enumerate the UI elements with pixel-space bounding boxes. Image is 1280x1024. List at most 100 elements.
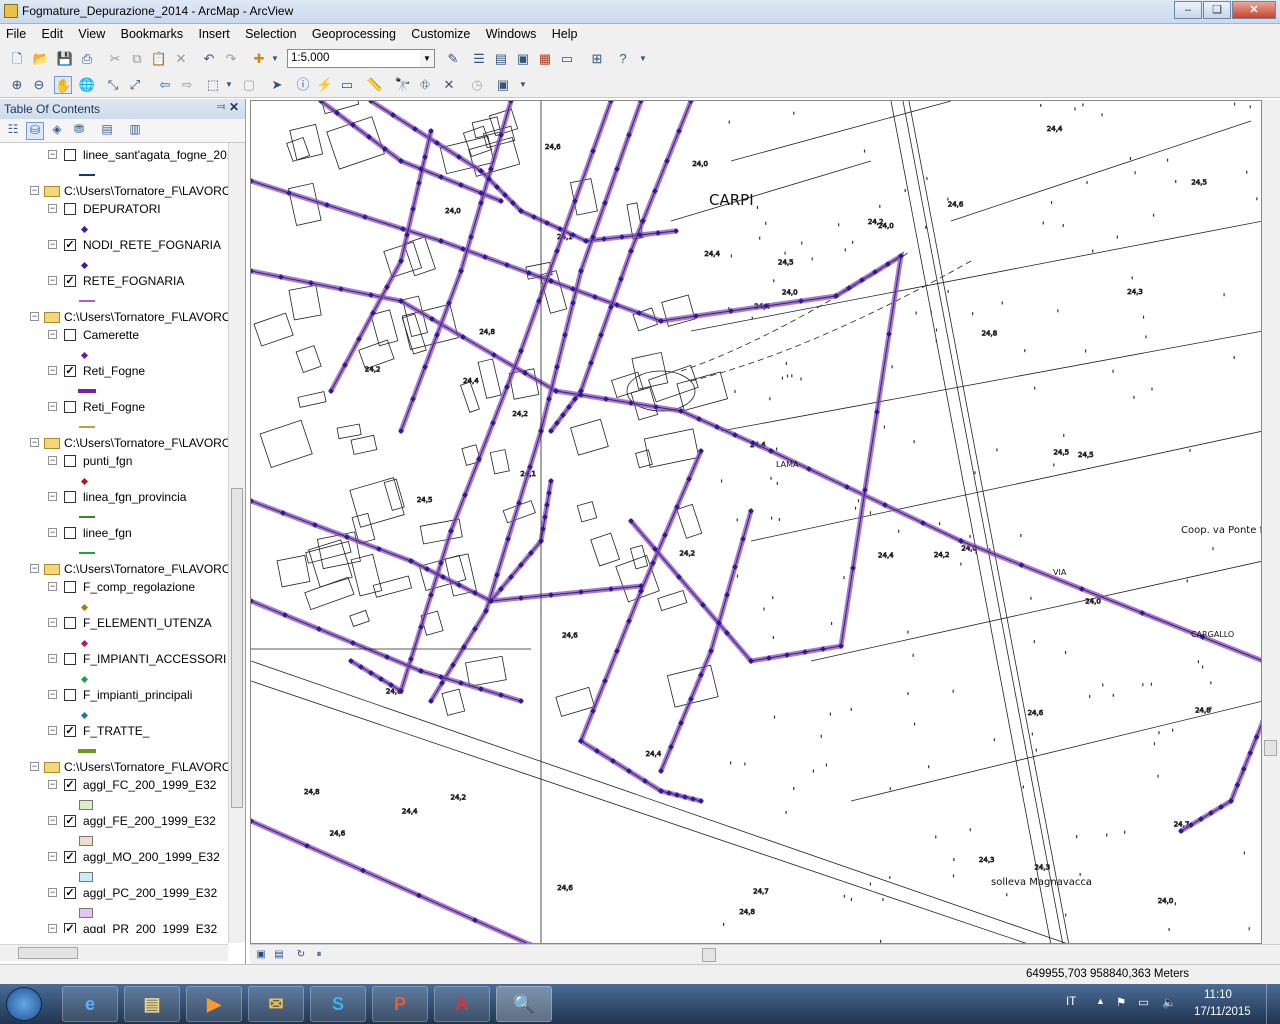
minimize-button[interactable]: – <box>1174 1 1202 19</box>
copy-icon[interactable]: ⧉ <box>128 50 146 68</box>
map-vertical-scrollbar[interactable] <box>1262 100 1280 944</box>
toc-layer-label[interactable]: Reti_Fogne <box>83 400 145 414</box>
collapse-icon[interactable]: − <box>48 402 57 411</box>
collapse-icon[interactable]: − <box>48 690 57 699</box>
collapse-icon[interactable]: − <box>48 618 57 627</box>
list-by-source-icon[interactable]: ⛁ <box>26 122 44 140</box>
undo-icon[interactable]: ↶ <box>200 50 218 68</box>
list-by-drawing-order-icon[interactable]: ☷ <box>4 122 22 140</box>
full-extent-icon[interactable]: 🌐 <box>78 76 96 94</box>
toc-layer-label[interactable]: F_IMPIANTI_ACCESSORI <box>83 652 226 666</box>
media-player-icon[interactable]: ▶ <box>186 986 242 1022</box>
layer-visibility-checkbox[interactable] <box>64 653 76 665</box>
toc-settings-icon[interactable]: ▥ <box>126 122 144 140</box>
toc-layer-label[interactable]: linee_sant'agata_fogne_201 <box>83 148 228 162</box>
zoom-in-icon[interactable]: ⊕ <box>8 76 26 94</box>
layout-view-icon[interactable]: ▤ <box>272 948 286 962</box>
toc-layer-row[interactable]: − F_IMPIANTI_ACCESSORI <box>0 651 228 669</box>
refresh-icon[interactable]: ↻ <box>294 948 308 962</box>
menu-selection[interactable]: Selection <box>239 24 302 41</box>
chevron-down-icon[interactable]: ▼ <box>420 50 434 67</box>
layer-visibility-checkbox[interactable] <box>64 203 76 215</box>
layer-visibility-checkbox[interactable]: ✓ <box>64 275 76 287</box>
toc-options-icon[interactable]: ▤ <box>98 122 116 140</box>
toc-layer-row[interactable]: − ✓ Reti_Fogne <box>0 363 228 381</box>
skype-icon[interactable]: S <box>310 986 366 1022</box>
layer-visibility-checkbox[interactable] <box>64 527 76 539</box>
toc-layer-row[interactable]: − ✓ F_TRATTE_ <box>0 723 228 741</box>
network-icon[interactable]: ▭ <box>1138 995 1149 1009</box>
layer-visibility-checkbox[interactable] <box>64 149 76 161</box>
toc-layer-row[interactable]: − ✓ aggl_FE_200_1999_E32 <box>0 813 228 831</box>
menu-geoprocessing[interactable]: Geoprocessing <box>306 24 402 41</box>
collapse-icon[interactable]: − <box>48 330 57 339</box>
layer-symbol-line[interactable] <box>79 426 95 428</box>
collapse-icon[interactable]: − <box>48 150 57 159</box>
toc-layer-row[interactable]: − linea_fgn_provincia <box>0 489 228 507</box>
toc-group-row[interactable]: − C:\Users\Tornatore_F\LAVORO <box>0 435 228 453</box>
toolbar-options-icon-2[interactable]: ▼ <box>514 76 532 94</box>
collapse-icon[interactable]: − <box>30 762 39 771</box>
measure-icon[interactable]: 📏 <box>366 76 384 94</box>
layer-visibility-checkbox[interactable] <box>64 689 76 701</box>
layer-visibility-checkbox[interactable]: ✓ <box>64 239 76 251</box>
paste-icon[interactable]: 📋 <box>150 50 168 68</box>
map-view[interactable]: 24,1 24,6 24,6 24,4 24,5 24,2 24,0 24,3 24,5 24,1… <box>250 100 1262 944</box>
pause-drawing-icon[interactable]: ⏸ <box>312 948 326 962</box>
toc-vertical-scrollbar[interactable] <box>228 143 245 943</box>
menu-customize[interactable]: Customize <box>405 24 476 41</box>
layer-symbol-line[interactable] <box>79 300 95 302</box>
toc-layer-row[interactable]: − ✓ RETE_FOGNARIA <box>0 273 228 291</box>
save-icon[interactable]: 💾 <box>56 50 74 68</box>
arctoolbox-icon[interactable]: ▦ <box>536 50 554 68</box>
layer-visibility-checkbox[interactable]: ✓ <box>64 923 76 933</box>
fixed-zoom-out-icon[interactable]: ⤢ <box>126 76 144 94</box>
collapse-icon[interactable]: − <box>48 654 57 663</box>
toc-layer-label[interactable]: DEPURATORI <box>83 202 161 216</box>
layer-symbol-thick[interactable] <box>78 749 96 753</box>
data-view-icon[interactable]: ▣ <box>254 948 268 962</box>
toc-layer-row[interactable]: − Camerette <box>0 327 228 345</box>
whats-this-help-icon[interactable]: ? <box>614 50 632 68</box>
collapse-icon[interactable]: − <box>48 204 57 213</box>
layer-visibility-checkbox[interactable] <box>64 581 76 593</box>
list-by-selection-icon[interactable]: ⛃ <box>70 122 88 140</box>
toc-group-row[interactable]: − C:\Users\Tornatore_F\LAVORO <box>0 183 228 201</box>
volume-icon[interactable]: 🔈 <box>1162 995 1176 1009</box>
layer-visibility-checkbox[interactable]: ✓ <box>64 779 76 791</box>
table-of-contents-icon[interactable]: ☰ <box>470 50 488 68</box>
toc-layer-row[interactable]: − F_comp_regolazione <box>0 579 228 597</box>
collapse-icon[interactable]: − <box>48 582 57 591</box>
layer-visibility-checkbox[interactable]: ✓ <box>64 725 76 737</box>
menu-bookmarks[interactable]: Bookmarks <box>115 24 190 41</box>
toc-layer-label[interactable]: F_impianti_principali <box>83 688 192 702</box>
layer-symbol-line[interactable] <box>79 516 95 518</box>
maximize-button[interactable]: ❑ <box>1203 1 1231 19</box>
layer-symbol-poly[interactable] <box>79 872 93 882</box>
search-window-icon[interactable]: ▣ <box>514 50 532 68</box>
layer-visibility-checkbox[interactable]: ✓ <box>64 851 76 863</box>
toc-hscroll-thumb[interactable] <box>18 947 78 959</box>
collapse-icon[interactable]: − <box>48 816 57 825</box>
menu-windows[interactable]: Windows <box>480 24 543 41</box>
forward-extent-icon[interactable]: ⇨ <box>178 76 196 94</box>
close-button[interactable]: ✕ <box>1232 1 1276 19</box>
explorer-icon[interactable]: ▤ <box>124 986 180 1022</box>
collapse-icon[interactable]: − <box>48 888 57 897</box>
show-hidden-icons-icon[interactable]: ▲ <box>1096 996 1105 1006</box>
toc-group-row[interactable]: − C:\Users\Tornatore_F\LAVORO <box>0 561 228 579</box>
layer-symbol-line[interactable] <box>79 552 95 554</box>
toc-layer-row[interactable]: − Reti_Fogne <box>0 399 228 417</box>
toc-layer-row[interactable]: − linee_sant'agata_fogne_201 <box>0 147 228 165</box>
toc-layer-row[interactable]: − ✓ aggl_MO_200_1999_E32 <box>0 849 228 867</box>
hyperlink-icon[interactable]: ⚡ <box>316 76 334 94</box>
layer-symbol-dot[interactable] <box>80 351 89 360</box>
layer-visibility-checkbox[interactable]: ✓ <box>64 887 76 899</box>
layer-symbol-poly[interactable] <box>79 800 93 810</box>
clear-selection-icon[interactable]: ▢ <box>240 76 258 94</box>
layer-visibility-checkbox[interactable] <box>64 617 76 629</box>
create-viewer-window-icon[interactable]: ▣ <box>494 76 512 94</box>
select-elements-icon[interactable]: ➤ <box>268 76 286 94</box>
layer-symbol-dot[interactable] <box>80 639 89 648</box>
collapse-icon[interactable]: − <box>48 780 57 789</box>
